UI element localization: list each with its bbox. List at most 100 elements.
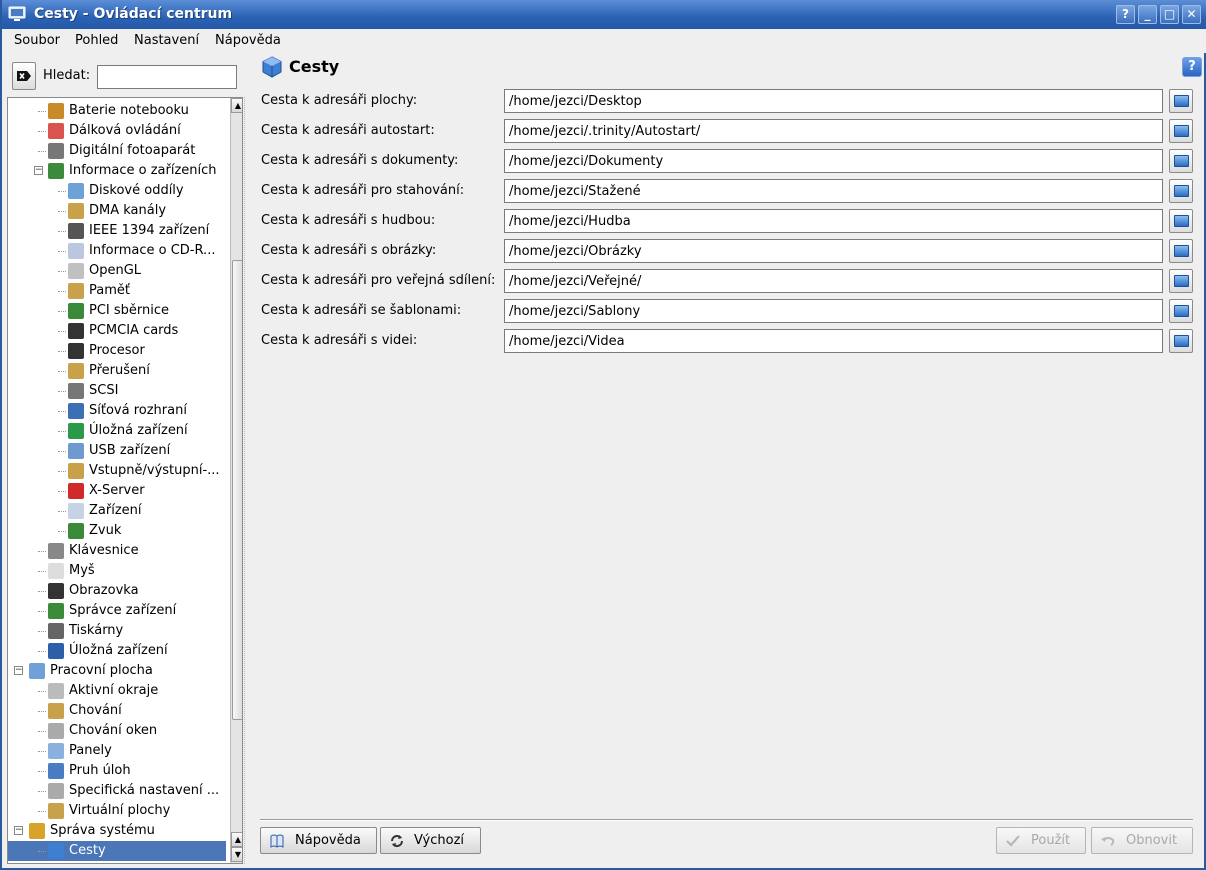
browse-folder-button[interactable] [1169, 149, 1193, 173]
tree-item-label: Informace o CD-R... [89, 243, 216, 258]
folder-open-icon [1174, 155, 1189, 167]
tree-item[interactable]: Paměť [8, 281, 226, 301]
tree-item[interactable]: X-Server [8, 481, 226, 501]
tree-item[interactable]: Správce zařízení [8, 601, 226, 621]
tree-item[interactable]: − Pracovní plocha [8, 661, 226, 681]
tree-item[interactable]: OpenGL [8, 261, 226, 281]
pane-splitter[interactable] [244, 97, 247, 864]
paths-icon [262, 56, 282, 78]
defaults-button[interactable]: Výchozí [380, 827, 481, 854]
browse-folder-button[interactable] [1169, 299, 1193, 323]
tree-connector [58, 231, 66, 232]
scroll-up-button[interactable]: ▲ [231, 98, 242, 113]
menu-pohled[interactable]: Pohled [75, 33, 118, 48]
help-book-icon [270, 834, 284, 848]
collapse-expander[interactable]: − [14, 826, 23, 835]
menu-nastaveni[interactable]: Nastavení [134, 33, 199, 48]
tree-item[interactable]: Informace o CD-R... [8, 241, 226, 261]
close-button[interactable]: ✕ [1182, 5, 1201, 24]
scroll-up-button-lower[interactable]: ▲ [231, 832, 242, 847]
tree-item[interactable]: PCI sběrnice [8, 301, 226, 321]
tree-connector [38, 551, 46, 552]
tree-connector [38, 611, 46, 612]
button-separator [260, 819, 1193, 821]
path-input[interactable] [504, 89, 1163, 113]
browse-folder-button[interactable] [1169, 89, 1193, 113]
folder-open-icon [1174, 125, 1189, 137]
path-input[interactable] [504, 269, 1163, 293]
tree-item[interactable]: Tiskárny [8, 621, 226, 641]
virtual-desktops-icon [48, 803, 64, 819]
clear-search-button[interactable] [12, 62, 36, 90]
path-row: Cesta k adresáři plochy: [261, 89, 1196, 113]
collapse-expander[interactable]: − [34, 166, 43, 175]
browse-folder-button[interactable] [1169, 179, 1193, 203]
path-input[interactable] [504, 209, 1163, 233]
tree-item[interactable]: Myš [8, 561, 226, 581]
tree-item-label: SCSI [89, 383, 119, 398]
menu-napoveda[interactable]: Nápověda [215, 33, 281, 48]
browse-folder-button[interactable] [1169, 269, 1193, 293]
panels-icon [48, 743, 64, 759]
scsi-icon [68, 383, 84, 399]
path-input[interactable] [504, 329, 1163, 353]
scroll-down-button[interactable]: ▼ [231, 847, 242, 862]
tree-item[interactable]: Specifická nastavení ... [8, 781, 226, 801]
search-input[interactable] [97, 65, 237, 89]
tree-item[interactable]: Cesty [8, 841, 226, 861]
tree-item[interactable]: Úložná zařízení [8, 641, 226, 661]
browse-folder-button[interactable] [1169, 119, 1193, 143]
tree-item[interactable]: − Správa systému [8, 821, 226, 841]
path-input[interactable] [504, 149, 1163, 173]
tree-item[interactable]: Panely [8, 741, 226, 761]
title-bar[interactable]: Cesty - Ovládací centrum ? _ □ ✕ [2, 0, 1206, 29]
reset-button[interactable]: Obnovit [1091, 827, 1193, 854]
tree-item[interactable]: PCMCIA cards [8, 321, 226, 341]
tree-item[interactable]: Přerušení [8, 361, 226, 381]
browse-folder-button[interactable] [1169, 329, 1193, 353]
help-button[interactable]: Nápověda [260, 827, 377, 854]
tree-item[interactable]: Digitální fotoaparát [8, 141, 226, 161]
path-input[interactable] [504, 119, 1163, 143]
tree-item[interactable]: Virtuální plochy [8, 801, 226, 821]
tree-item[interactable]: Aktivní okraje [8, 681, 226, 701]
browse-folder-button[interactable] [1169, 209, 1193, 233]
tree-item[interactable]: Klávesnice [8, 541, 226, 561]
minimize-button[interactable]: _ [1138, 5, 1157, 24]
scroll-thumb[interactable] [232, 260, 242, 720]
maximize-button[interactable]: □ [1160, 5, 1179, 24]
tree-item[interactable]: Baterie notebooku [8, 101, 226, 121]
tree-item[interactable]: DMA kanály [8, 201, 226, 221]
tree-item[interactable]: Pruh úloh [8, 761, 226, 781]
collapse-expander[interactable]: − [14, 666, 23, 675]
menu-soubor[interactable]: Soubor [14, 33, 60, 48]
tree-item[interactable]: Dálková ovládání [8, 121, 226, 141]
tree-item[interactable]: Vstupně/výstupní-... [8, 461, 226, 481]
path-input[interactable] [504, 179, 1163, 203]
context-help-button[interactable]: ? [1116, 5, 1135, 24]
tree-item[interactable]: Síťová rozhraní [8, 401, 226, 421]
tree-item[interactable]: Chování [8, 701, 226, 721]
tree-scrollbar[interactable]: ▲ ▲ ▼ [230, 98, 242, 863]
window-behavior-icon [48, 723, 64, 739]
tree-item[interactable]: SCSI [8, 381, 226, 401]
apply-button[interactable]: Použít [996, 827, 1086, 854]
path-input[interactable] [504, 239, 1163, 263]
tree-item-label: Přerušení [89, 363, 150, 378]
path-label: Cesta k adresáři s dokumenty: [261, 153, 459, 168]
tree-item[interactable]: Obrazovka [8, 581, 226, 601]
tree-item[interactable]: Zařízení [8, 501, 226, 521]
path-input[interactable] [504, 299, 1163, 323]
app-window: Cesty - Ovládací centrum ? _ □ ✕ Soubor … [0, 0, 1206, 870]
tree-item[interactable]: USB zařízení [8, 441, 226, 461]
tree-connector [38, 711, 46, 712]
help-icon[interactable]: ? [1182, 57, 1202, 77]
tree-item[interactable]: − Informace o zařízeních [8, 161, 226, 181]
browse-folder-button[interactable] [1169, 239, 1193, 263]
tree-item[interactable]: Procesor [8, 341, 226, 361]
tree-item[interactable]: Diskové oddíly [8, 181, 226, 201]
tree-item[interactable]: Úložná zařízení [8, 421, 226, 441]
tree-item[interactable]: Zvuk [8, 521, 226, 541]
tree-item[interactable]: IEEE 1394 zařízení [8, 221, 226, 241]
tree-item[interactable]: Chování oken [8, 721, 226, 741]
